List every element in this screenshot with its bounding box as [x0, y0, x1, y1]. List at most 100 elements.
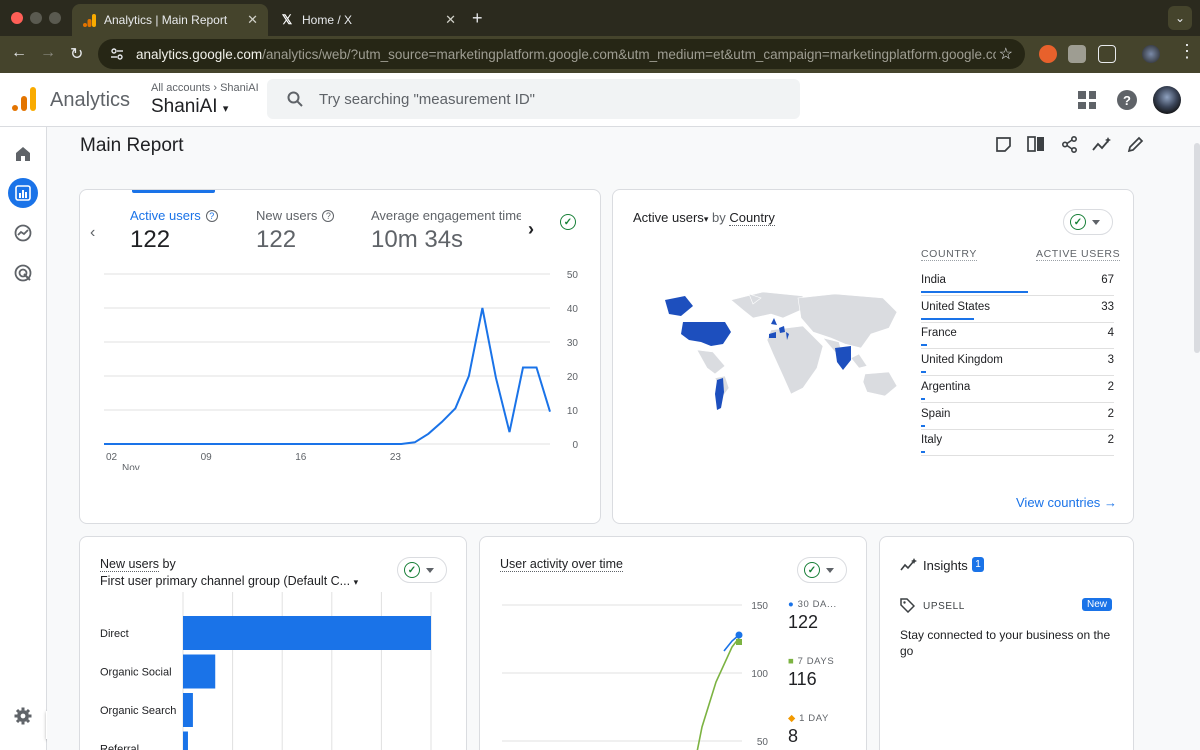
analytics-logo-icon[interactable] [12, 87, 36, 111]
column-header-active-users[interactable]: ACTIVE USERS [1036, 248, 1121, 261]
page-title: Main Report [80, 135, 184, 156]
tab-search-icon[interactable]: ⌄ [1168, 6, 1192, 30]
country-value: 4 [1107, 327, 1114, 340]
explore-icon[interactable] [8, 218, 38, 248]
browser-tab-analytics[interactable]: Analytics | Main Report ✕ [72, 4, 268, 36]
avatar[interactable] [1153, 86, 1181, 114]
extension-fox-icon[interactable] [1039, 45, 1057, 63]
insight-text[interactable]: Stay connected to your business on the g… [900, 627, 1115, 659]
country-row[interactable]: Italy 2 [921, 429, 1114, 457]
help-icon[interactable]: ? [1117, 90, 1137, 110]
chrome-menu-icon[interactable]: ⋮ [1178, 41, 1196, 62]
profile-avatar-icon[interactable] [1142, 45, 1160, 63]
account-breadcrumb[interactable]: All accounts › ShaniAI [151, 82, 259, 94]
activity-card-options[interactable]: ✓ [797, 557, 847, 583]
close-tab-icon[interactable]: ✕ [445, 12, 456, 28]
country-row[interactable]: India 67 [921, 269, 1114, 296]
admin-gear-icon[interactable] [8, 701, 38, 731]
chevron-right-icon[interactable]: › [528, 219, 534, 240]
help-circle-icon[interactable]: ? [322, 210, 335, 222]
advertising-icon[interactable] [8, 258, 38, 288]
share-icon[interactable] [1058, 133, 1080, 155]
x-icon: 𝕏 [281, 12, 293, 27]
dimension-selector[interactable]: Country [729, 210, 775, 226]
active-users-value: 122 [130, 226, 171, 253]
insights-sparkle-icon[interactable] [1091, 133, 1113, 155]
channel-bar [183, 616, 431, 650]
edit-pencil-icon[interactable] [1124, 133, 1146, 155]
new-tab-icon[interactable]: + [472, 8, 483, 29]
country-share-bar [921, 317, 974, 320]
chevron-down-icon: ▾ [222, 103, 229, 115]
chevron-left-icon[interactable]: ‹ [90, 224, 95, 242]
main-content: Main Report ‹ Active users? 122 New user… [47, 127, 1200, 750]
channel-bar [183, 731, 188, 750]
bookmark-star-icon[interactable]: ☆ [999, 44, 1013, 64]
caret-down-icon: ▾ [353, 577, 359, 587]
search-placeholder: Try searching "measurement ID" [319, 90, 535, 108]
country-name: India [921, 274, 946, 286]
home-icon[interactable] [8, 139, 38, 169]
apps-grid-icon[interactable] [1078, 91, 1096, 109]
dimension-selector[interactable]: First user primary channel group (Defaul… [100, 574, 358, 588]
new-users-card-title: New users by [100, 557, 176, 572]
country-name: United States [921, 300, 991, 313]
insights-sparkle-icon [900, 558, 917, 571]
country-value: 33 [1101, 300, 1114, 313]
country-share-bar [921, 397, 925, 400]
zoom-window-button[interactable] [49, 12, 61, 24]
seven-day-line [696, 637, 740, 750]
compare-icon[interactable] [1025, 133, 1047, 155]
country-name: Italy [921, 434, 943, 447]
country-row[interactable]: Spain 2 [921, 403, 1114, 430]
country-share-bar [921, 291, 1028, 293]
view-countries-link[interactable]: View countries → [1016, 495, 1117, 510]
country-row[interactable]: Argentina 2 [921, 376, 1114, 403]
upsell-tag: UPSELL [923, 601, 965, 612]
user-activity-chart: 150 100 50 [502, 601, 768, 750]
metric-selector[interactable]: New users [100, 557, 160, 572]
forward-icon[interactable]: → [40, 44, 56, 62]
country-share-bar [921, 371, 926, 374]
close-tab-icon[interactable]: ✕ [247, 12, 258, 28]
caret-down-icon [426, 567, 434, 573]
metric-tab-engagement-time[interactable]: Average engagement time p [371, 208, 521, 223]
country-row[interactable]: United States 33 [921, 296, 1114, 323]
metric-tab-active-users[interactable]: Active users? [130, 208, 218, 223]
page-scrollbar[interactable] [1194, 143, 1200, 353]
country-value: 2 [1107, 434, 1114, 447]
country-row[interactable]: United Kingdom 3 [921, 349, 1114, 377]
legend-1-day: ◆ 1 DAY 8 [788, 713, 829, 746]
column-header-country[interactable]: COUNTRY [921, 248, 977, 261]
close-window-button[interactable] [11, 12, 23, 24]
annotation-icon[interactable] [992, 133, 1014, 155]
channel-card-options[interactable]: ✓ [397, 557, 447, 583]
reports-icon[interactable] [8, 178, 38, 208]
back-icon[interactable]: ← [11, 44, 27, 62]
tab-title: Home / X [302, 13, 353, 27]
extensions-puzzle-icon[interactable] [1098, 45, 1116, 63]
x-tick-label: 23 [390, 452, 402, 463]
y-tick-label: 30 [567, 338, 579, 349]
y-tick-label: 40 [567, 304, 579, 315]
property-picker[interactable]: ShaniAI ▾ [151, 96, 228, 118]
minimize-window-button[interactable] [30, 12, 42, 24]
reload-icon[interactable]: ↻ [70, 44, 83, 64]
country-row[interactable]: France 4 [921, 322, 1114, 350]
y-tick-label: 100 [751, 669, 768, 680]
help-circle-icon[interactable]: ? [205, 210, 218, 222]
site-settings-icon[interactable] [110, 47, 124, 61]
address-bar[interactable]: analytics.google.com/analytics/web/?utm_… [98, 39, 1025, 69]
metric-selector[interactable]: Active users▾ [633, 210, 708, 225]
legend-30-days: ● 30 DA... 122 [788, 599, 837, 632]
channel-label: Direct [100, 628, 129, 640]
browser-tab-x[interactable]: 𝕏 Home / X ✕ [270, 4, 466, 36]
user-activity-card: User activity over time ✓ 150 100 50 ● 3… [479, 536, 867, 750]
data-quality-check[interactable]: ✓ [556, 209, 582, 235]
tag-icon [900, 598, 915, 613]
metric-tab-new-users[interactable]: New users? [256, 208, 335, 223]
country-card-options[interactable]: ✓ [1063, 209, 1113, 235]
camera-extension-icon[interactable] [1068, 45, 1086, 63]
user-activity-title[interactable]: User activity over time [500, 557, 623, 572]
search-bar[interactable]: Try searching "measurement ID" [267, 79, 800, 119]
